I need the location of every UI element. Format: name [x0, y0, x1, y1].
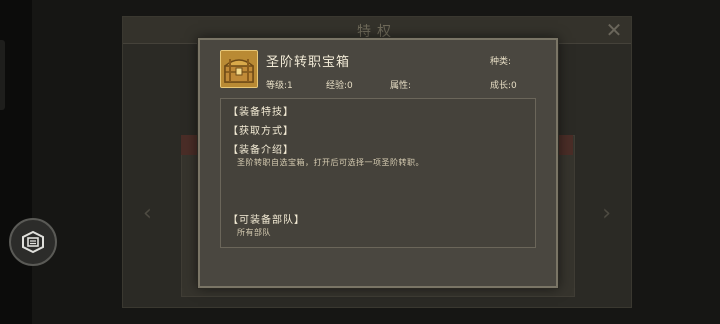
level-stat: 等级:1: [266, 78, 293, 91]
item-detail-box: 【装备特技】 【获取方式】 【装备介绍】 圣阶转职自选宝箱，打开后可选择一项圣阶…: [220, 98, 536, 248]
assistant-icon: [22, 230, 44, 254]
edge-handle: [0, 40, 5, 110]
item-detail-popup: 圣阶转职宝箱 种类: 等级:1 经验:0 属性: 成长:0 【装备特技】 【获取…: [198, 38, 558, 288]
treasure-chest-icon: [220, 50, 258, 88]
section-obtain: 【获取方式】: [228, 126, 294, 137]
exp-stat: 经验:0: [326, 78, 353, 91]
item-name: 圣阶转职宝箱: [266, 55, 351, 70]
units-text: 所有部队: [237, 228, 271, 237]
growth-value: 0: [511, 81, 517, 91]
prev-arrow-icon[interactable]: ‹: [143, 201, 152, 226]
growth-label: 成长:: [490, 81, 512, 91]
exp-value: 0: [347, 81, 353, 91]
level-label: 等级:: [266, 81, 288, 91]
close-icon[interactable]: ✕: [603, 19, 625, 41]
attr-label: 属性:: [390, 81, 412, 91]
section-intro: 【装备介绍】: [228, 145, 294, 156]
section-units: 【可装备部队】: [228, 215, 305, 226]
growth-stat: 成长:0: [490, 78, 517, 91]
type-label: 种类:: [490, 57, 512, 67]
next-arrow-icon[interactable]: ›: [602, 201, 611, 226]
section-skill: 【装备特技】: [228, 107, 294, 118]
floating-assistant-button[interactable]: [9, 218, 57, 266]
intro-text: 圣阶转职自选宝箱，打开后可选择一项圣阶转职。: [237, 158, 424, 167]
exp-label: 经验:: [326, 81, 348, 91]
level-value: 1: [287, 81, 293, 91]
